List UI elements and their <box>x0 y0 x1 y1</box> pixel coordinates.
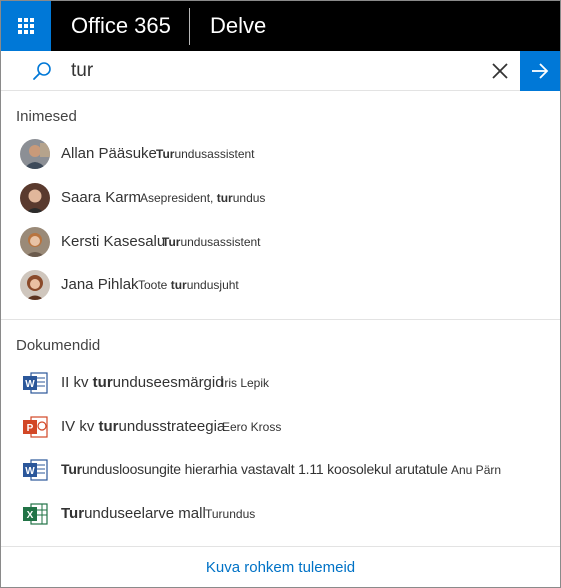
document-title: Turunduseelarve mall <box>61 505 206 522</box>
document-result[interactable]: W II kv turunduseesmärgid Iris Lepik <box>1 362 560 404</box>
arrow-right-icon <box>532 63 549 79</box>
person-title: Turundusassistent <box>156 147 255 161</box>
avatar <box>20 139 50 169</box>
document-result[interactable]: W Turundusloosungite hierarhia vastavalt… <box>1 449 560 491</box>
app-launcher-button[interactable] <box>1 1 51 51</box>
search-bar <box>1 51 560 91</box>
search-input[interactable] <box>71 58 471 84</box>
footer-divider <box>1 546 560 547</box>
suite-header: Office 365 Delve <box>1 1 560 51</box>
person-name: Kersti Kasesalu <box>61 233 166 250</box>
section-divider <box>1 319 560 320</box>
avatar <box>20 227 50 257</box>
person-result[interactable]: Jana Pihlak Toote turundusjuht <box>1 264 560 306</box>
documents-section-heading: Dokumendid <box>16 337 101 354</box>
person-title: Turundusassistent <box>162 235 261 249</box>
svg-text:W: W <box>25 466 35 477</box>
search-icon <box>33 62 51 80</box>
document-title: IV kv turundusstrateegia <box>61 418 226 435</box>
person-result[interactable]: Kersti Kasesalu Turundusassistent <box>1 221 560 263</box>
search-submit-button[interactable] <box>520 51 560 91</box>
app-title[interactable]: Delve <box>210 12 266 40</box>
close-icon[interactable] <box>489 60 511 82</box>
svg-text:P: P <box>27 423 34 434</box>
powerpoint-icon: P <box>23 416 48 438</box>
word-icon: W <box>23 459 48 481</box>
document-title: Turundusloosungite hierarhia vastavalt 1… <box>61 461 448 477</box>
excel-icon: X <box>23 503 48 525</box>
avatar <box>20 270 50 300</box>
person-title: Asepresident, turundus <box>140 191 266 205</box>
avatar <box>20 183 50 213</box>
document-result[interactable]: X Turunduseelarve mall Turundus <box>1 493 560 535</box>
document-author: Eero Kross <box>222 420 282 434</box>
word-icon: W <box>23 372 48 394</box>
svg-text:X: X <box>27 510 34 521</box>
document-author: Iris Lepik <box>221 376 270 390</box>
svg-text:W: W <box>25 379 35 390</box>
delve-search-panel: Office 365 Delve Inimesed Allan Pääsuke … <box>0 0 561 588</box>
person-title: Toote turundusjuht <box>138 278 239 292</box>
brand-title[interactable]: Office 365 <box>71 12 171 40</box>
people-section-heading: Inimesed <box>16 108 77 125</box>
document-author: Anu Pärn <box>451 463 502 477</box>
document-title: II kv turunduseesmärgid <box>61 374 224 391</box>
person-name: Allan Pääsuke <box>61 145 157 162</box>
header-divider <box>189 8 190 45</box>
person-result[interactable]: Allan Pääsuke Turundusassistent <box>1 133 560 175</box>
document-author: Turundus <box>205 507 256 521</box>
person-name: Saara Karm <box>61 189 142 206</box>
person-name: Jana Pihlak <box>61 276 139 293</box>
person-result[interactable]: Saara Karm Asepresident, turundus <box>1 177 560 219</box>
document-result[interactable]: P IV kv turundusstrateegia Eero Kross <box>1 406 560 448</box>
show-more-results-link[interactable]: Kuva rohkem tulemeid <box>1 559 560 576</box>
